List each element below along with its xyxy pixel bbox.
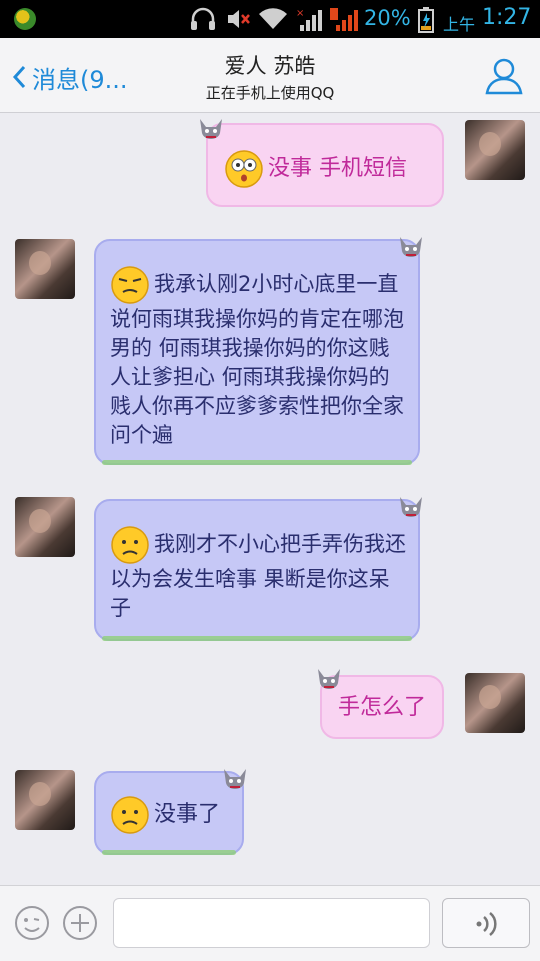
plus-button-icon[interactable] [62, 905, 98, 941]
svg-text:×: × [296, 8, 304, 19]
app-notification-icon [14, 8, 36, 30]
chat-header: 消息(9... 爱人 苏皓 正在手机上使用QQ [0, 38, 540, 113]
contact-avatar[interactable] [15, 497, 75, 557]
wolf-mascot-icon [200, 119, 222, 139]
message-bubble-incoming[interactable]: 我承认刚2小时心底里一直说何雨琪我操你妈的肯定在哪泡男的 何雨琪我操你妈的你这贱… [94, 239, 420, 465]
back-label: 消息(9... [32, 65, 128, 94]
wolf-mascot-icon [318, 669, 340, 689]
input-bar [0, 885, 540, 961]
wolf-mascot-icon [224, 769, 246, 789]
signal-icon-2 [330, 8, 358, 31]
headset-icon [191, 7, 215, 30]
message-text: 没事了 [154, 802, 221, 827]
clock-ampm: 上午 [443, 15, 476, 34]
my-avatar[interactable] [465, 120, 525, 180]
sad-face-emoji-icon [111, 796, 149, 834]
wifi-icon [259, 8, 287, 30]
voice-button[interactable] [442, 898, 530, 948]
contact-avatar[interactable] [15, 239, 75, 299]
sad-face-emoji-icon [111, 526, 149, 564]
mute-icon [228, 10, 250, 28]
chevron-left-icon [12, 65, 26, 89]
signal-icon-1: × [296, 8, 322, 31]
message-text: 我承认刚2小时心底里一直说何雨琪我操你妈的肯定在哪泡男的 何雨琪我操你妈的你这贱… [110, 272, 404, 447]
clock-time: 1:27 [482, 5, 532, 30]
message-text: 我刚才不小心把手弄伤我还以为会发生啥事 果断是你这呆子 [110, 532, 406, 620]
my-avatar[interactable] [465, 673, 525, 733]
message-bubble-outgoing[interactable]: 没事 手机短信 [206, 123, 444, 207]
wolf-mascot-icon [400, 497, 422, 517]
message-list[interactable]: 没事 手机短信 我承认刚2小时心底里一直说何雨琪我操你妈的肯定在哪泡男的 何雨琪… [0, 113, 540, 885]
battery-percent: 20% [364, 6, 411, 30]
back-button[interactable]: 消息(9... [12, 60, 142, 94]
status-bar: × 20% 上午 1:27 [0, 0, 540, 38]
message-text: 没事 手机短信 [268, 156, 407, 181]
chat-subtitle: 正在手机上使用QQ [205, 84, 335, 102]
message-input[interactable] [113, 898, 430, 948]
chat-title: 爱人 苏皓 [224, 54, 316, 78]
wolf-mascot-icon [400, 237, 422, 257]
annoyed-face-emoji-icon [111, 266, 149, 304]
voice-wave-icon [476, 912, 497, 936]
message-bubble-incoming[interactable]: 我刚才不小心把手弄伤我还以为会发生啥事 果断是你这呆子 [94, 499, 420, 641]
profile-icon[interactable] [484, 56, 524, 96]
message-text: 手怎么了 [338, 695, 427, 720]
battery-icon [418, 7, 434, 33]
contact-avatar[interactable] [15, 770, 75, 830]
emoji-button-icon[interactable] [14, 905, 50, 941]
dizzy-face-emoji-icon [225, 150, 263, 188]
